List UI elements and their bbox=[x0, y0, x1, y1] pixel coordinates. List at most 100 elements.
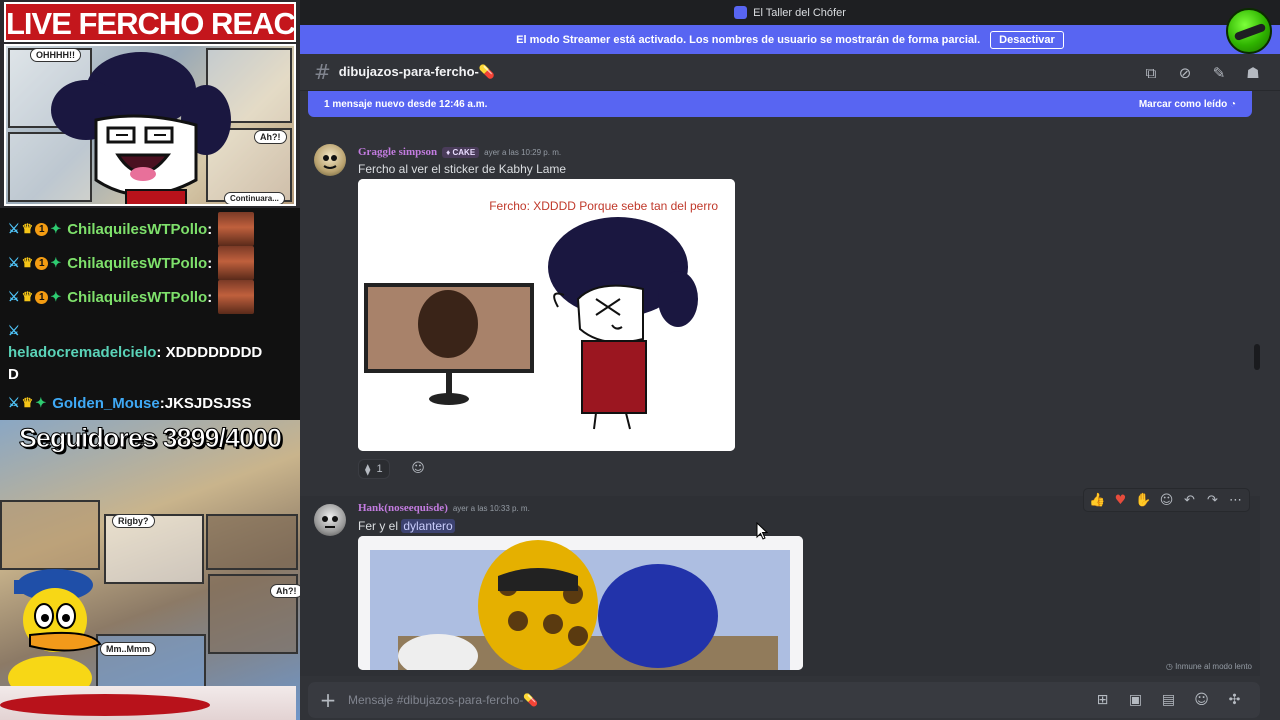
sword-badge-icon: ⚔ bbox=[8, 323, 20, 338]
crown-badge-icon: ♛ bbox=[21, 221, 34, 236]
forward-icon[interactable]: ↷ bbox=[1203, 493, 1222, 508]
message-action-bar: 👍 ♥ ✋ ☺ ↶ ↷ ⋯ bbox=[1083, 488, 1250, 512]
stream-overlay: LIVE FERCHO REACTION OHHHH!! Ah?! Contin… bbox=[0, 0, 300, 720]
mouse-cursor-icon bbox=[756, 522, 768, 540]
user-avatar[interactable] bbox=[314, 504, 346, 536]
hash-icon: # bbox=[314, 60, 331, 84]
message-text: Fercho al ver el sticker de Kabhy Lame bbox=[358, 162, 567, 176]
duck-mascot-icon bbox=[8, 569, 102, 690]
streamer-mode-banner: El modo Streamer está activado. Los nomb… bbox=[300, 25, 1280, 54]
gem-badge-icon: ✦ bbox=[50, 255, 62, 270]
crown-badge-icon: ♛ bbox=[21, 395, 34, 410]
channel-name: dibujazos-para-fercho-💊 bbox=[338, 64, 496, 79]
upload-plus-icon[interactable]: + bbox=[308, 688, 348, 712]
message-timestamp: ayer a las 10:33 p. m. bbox=[452, 504, 530, 513]
heart-icon[interactable]: ♥ bbox=[1111, 493, 1130, 508]
gif-icon[interactable]: ▣ bbox=[1126, 692, 1145, 708]
chat-username: ChilaquilesWTPollo bbox=[67, 220, 208, 238]
message: Hank(noseequisde) ayer a las 10:33 p. m.… bbox=[300, 498, 1260, 678]
message-composer: + ⊞ ▣ ▤ ☺ ✣ bbox=[308, 682, 1260, 718]
fercho-drawing-icon bbox=[358, 179, 735, 451]
window-title: El Taller del Chófer bbox=[753, 6, 846, 19]
face-emote-icon bbox=[218, 280, 255, 314]
reaction-chip[interactable]: ⧫ 1 bbox=[358, 459, 390, 479]
subscriber-badge-icon: 1 bbox=[35, 290, 49, 304]
streamer-banner-text: El modo Streamer está activado. Los nomb… bbox=[516, 33, 981, 46]
comic-bubble: Ah?! bbox=[270, 584, 300, 598]
comic-bubble: Ah?! bbox=[254, 130, 287, 144]
threads-icon[interactable]: ⧉ bbox=[1142, 64, 1160, 82]
emoji-icon[interactable]: ☺ bbox=[1192, 692, 1211, 708]
chat-line: ⚔ ♛ ✦ Golden_Mouse: JKSJDSJSS bbox=[8, 386, 292, 420]
role-badge: ♦ CAKE bbox=[442, 147, 480, 158]
message-text-part: Fer y el bbox=[358, 519, 402, 533]
reaction-emoji-icon: ⧫ bbox=[365, 463, 371, 476]
message: Graggle simpson ♦ CAKE ayer a las 10:29 … bbox=[300, 140, 1260, 490]
chat-message-wrap: D bbox=[8, 366, 19, 383]
chat-message: XDDDDDDDD bbox=[161, 344, 263, 361]
message-text: Fer y el dylantero bbox=[358, 519, 455, 533]
message-input[interactable] bbox=[348, 693, 1093, 707]
image-attachment[interactable] bbox=[358, 536, 803, 670]
disable-streamer-button[interactable]: Desactivar bbox=[990, 30, 1064, 49]
stream-chat: ⚔ ♛ 1 ✦ ChilaquilesWTPollo: ⚔ ♛ 1 ✦ Chilaquile… bbox=[0, 208, 300, 420]
apps-icon[interactable]: ✣ bbox=[1225, 692, 1244, 708]
new-messages-text: 1 mensaje nuevo desde 12:46 a.m. bbox=[324, 98, 488, 110]
reply-icon[interactable]: ↶ bbox=[1180, 493, 1199, 508]
chat-line: ⚔ ♛ 1 ✦ ChilaquilesWTPollo: bbox=[8, 280, 292, 314]
subscriber-badge-icon: 1 bbox=[35, 222, 49, 236]
discord-window: El Taller del Chófer El modo Streamer es… bbox=[300, 0, 1280, 720]
clap-icon[interactable]: ✋ bbox=[1134, 493, 1153, 508]
mark-as-read-button[interactable]: Marcar como leído ◔ bbox=[1139, 99, 1236, 110]
avatar-face-icon bbox=[322, 516, 338, 528]
overlay-bottom-bar bbox=[0, 686, 296, 720]
subscriber-badge-icon: 1 bbox=[35, 256, 49, 270]
message-header: Hank(noseequisde) ayer a las 10:33 p. m. bbox=[358, 502, 530, 514]
chat-line: ⚔ ♛ 1 ✦ ChilaquilesWTPollo: bbox=[8, 212, 292, 246]
new-messages-bar[interactable]: 1 mensaje nuevo desde 12:46 a.m. Marcar … bbox=[308, 91, 1252, 117]
pin-icon[interactable]: ✎ bbox=[1210, 64, 1228, 82]
mark-read-icon: ◔ bbox=[1229, 98, 1236, 110]
mute-bell-icon[interactable]: ⊘ bbox=[1176, 64, 1194, 82]
chat-username: Golden_Mouse bbox=[52, 394, 160, 412]
clock-icon: ◷ bbox=[1165, 662, 1173, 671]
chat-separator: : bbox=[207, 288, 213, 306]
image-attachment[interactable]: Fercho: XDDDD Porque sebe tan del perro bbox=[358, 179, 735, 451]
user-avatar[interactable] bbox=[314, 144, 346, 176]
sword-badge-icon: ⚔ bbox=[8, 255, 20, 270]
crown-badge-icon: ♛ bbox=[21, 255, 34, 270]
author-name[interactable]: Graggle simpson bbox=[358, 146, 437, 158]
thumbs-up-icon[interactable]: 👍 bbox=[1088, 493, 1107, 508]
followers-counter: Seguidores 3899/4000 bbox=[18, 423, 282, 454]
channel-header: # dibujazos-para-fercho-💊 ⧉ ⊘ ✎ ☗ bbox=[300, 54, 1280, 91]
user-mention[interactable]: dylantero bbox=[401, 519, 455, 533]
message-header: Graggle simpson ♦ CAKE ayer a las 10:29 … bbox=[358, 146, 561, 158]
gem-badge-icon: ✦ bbox=[50, 221, 62, 236]
header-toolbar: ⧉ ⊘ ✎ ☗ bbox=[1142, 64, 1262, 82]
comic-frame bbox=[206, 514, 298, 570]
add-reaction-icon[interactable]: ☺ bbox=[1157, 493, 1176, 508]
sunflower-drawing-icon bbox=[358, 536, 803, 670]
crown-badge-icon: ♛ bbox=[21, 289, 34, 304]
gift-icon[interactable]: ⊞ bbox=[1093, 692, 1112, 708]
chat-message: JKSJDSJSS bbox=[164, 394, 252, 412]
more-options-icon[interactable]: ⋯ bbox=[1226, 493, 1245, 508]
sword-badge-icon: ⚔ bbox=[8, 289, 20, 304]
green-logo-icon bbox=[1226, 8, 1272, 54]
cake-icon: ♦ bbox=[446, 148, 451, 157]
role-badge-label: CAKE bbox=[452, 148, 476, 157]
comic-bubble: Rigby? bbox=[112, 514, 155, 528]
reaction-count: 1 bbox=[376, 463, 383, 475]
members-icon[interactable]: ☗ bbox=[1244, 64, 1262, 82]
sword-badge-icon: ⚔ bbox=[8, 221, 20, 236]
chat-username: ChilaquilesWTPollo bbox=[67, 254, 208, 272]
composer-toolbar: ⊞ ▣ ▤ ☺ ✣ bbox=[1093, 692, 1244, 708]
add-reaction-icon[interactable]: ☺ bbox=[408, 459, 428, 479]
stream-title: LIVE FERCHO REACTION bbox=[4, 2, 296, 42]
sticker-icon[interactable]: ▤ bbox=[1159, 692, 1178, 708]
gem-badge-icon: ✦ bbox=[50, 289, 62, 304]
slow-mode-indicator: ◷ Inmune al modo lento bbox=[1166, 662, 1252, 671]
sword-badge-icon: ⚔ bbox=[8, 395, 20, 410]
chat-username: ChilaquilesWTPollo bbox=[67, 288, 208, 306]
author-name[interactable]: Hank(noseequisde) bbox=[358, 502, 448, 514]
